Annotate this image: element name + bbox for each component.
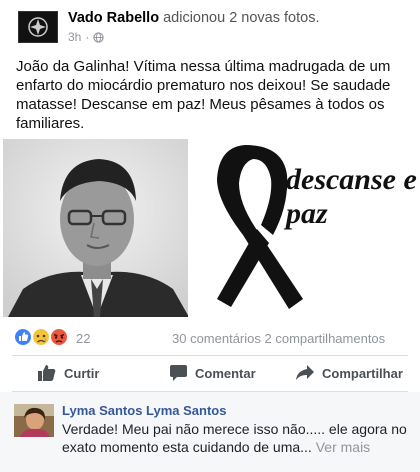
portrait-image (3, 139, 188, 317)
globe-icon[interactable] (93, 31, 105, 43)
portrait-photo[interactable] (3, 139, 192, 317)
author-name[interactable]: Vado Rabello (68, 10, 159, 26)
reactions-bar: 22 30 comentários 2 compartilhamentos (0, 323, 420, 353)
comment-text: Verdade! Meu pai não merece isso não....… (62, 420, 412, 456)
author-line: Vado Rabello adicionou 2 novas fotos. (68, 10, 319, 26)
page-avatar[interactable] (18, 11, 58, 43)
share-button[interactable]: Compartilhar (296, 365, 403, 381)
mourning-text-line1: descanse e (286, 163, 417, 196)
like-label: Curtir (64, 365, 100, 381)
reaction-count[interactable]: 22 (76, 331, 90, 346)
share-label: Compartilhar (322, 365, 403, 381)
avatar-photo (14, 404, 54, 437)
post-text: João da Galinha! Vítima nessa última mad… (16, 58, 391, 132)
share-arrow-icon (296, 365, 314, 380)
mourning-text-line2: paz (286, 197, 328, 230)
comment-section: Lyma Santos Lyma Santos Verdade! Meu pai… (0, 392, 420, 472)
comment-bubble-icon (170, 365, 187, 381)
post-header: Vado Rabello adicionou 2 novas fotos. 3h… (0, 0, 420, 52)
post-actions: Curtir Comentar Compartilhar (0, 356, 420, 392)
sad-icon (32, 328, 50, 346)
angry-icon (50, 328, 68, 346)
commenter-name[interactable]: Lyma Santos Lyma Santos (62, 403, 226, 418)
post-meta: 3h · (68, 30, 105, 44)
see-more-link[interactable]: Ver mais (316, 439, 370, 455)
crest-icon (28, 17, 48, 37)
like-icon (14, 328, 32, 346)
meta-separator: · (85, 30, 90, 44)
like-button[interactable]: Curtir (38, 365, 99, 381)
post-time[interactable]: 3h (68, 30, 81, 44)
comment-button[interactable]: Comentar (170, 365, 256, 381)
commenter-avatar[interactable] (14, 404, 54, 437)
comments-shares-summary[interactable]: 30 comentários 2 compartilhamentos (172, 331, 385, 346)
mourning-photo[interactable]: descanse e paz (197, 139, 420, 317)
photo-grid: descanse e paz (0, 139, 420, 317)
comment-label: Comentar (195, 365, 256, 381)
reaction-icons[interactable] (14, 327, 74, 347)
author-action: adicionou 2 novas fotos. (163, 10, 320, 26)
thumbs-up-icon (38, 365, 56, 381)
